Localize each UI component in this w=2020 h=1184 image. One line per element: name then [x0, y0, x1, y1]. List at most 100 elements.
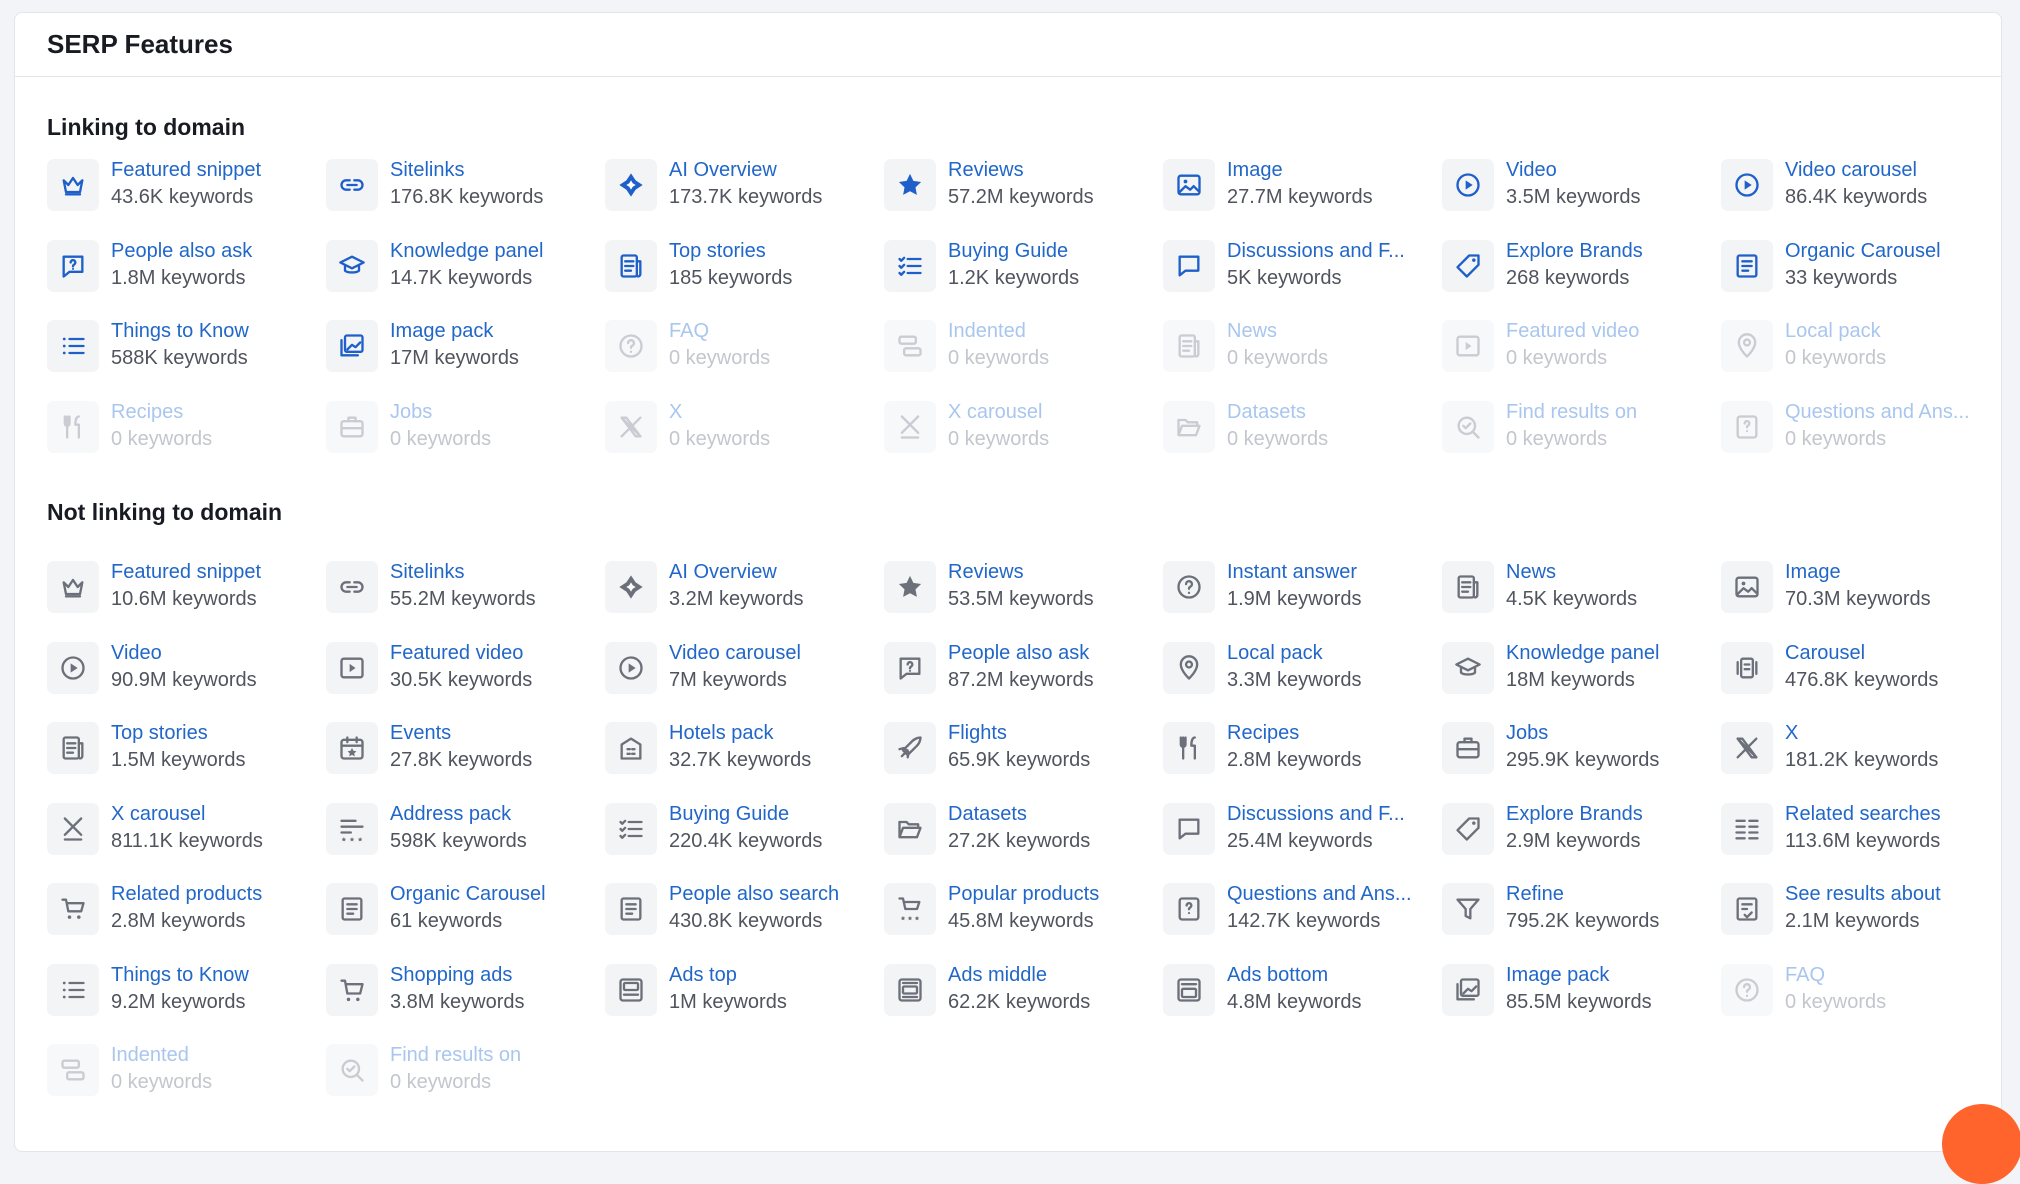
feature-label[interactable]: People also search — [669, 881, 877, 908]
feature-label[interactable]: Questions and Ans... — [1227, 881, 1435, 908]
feature-item-datasets[interactable]: Datasets 27.2K keywords — [884, 801, 1163, 882]
feature-item-things-to-know[interactable]: Things to Know 588K keywords — [47, 318, 326, 399]
feature-item-ads-bottom[interactable]: Ads bottom 4.8M keywords — [1163, 962, 1442, 1043]
feature-item-explore-brands[interactable]: Explore Brands 268 keywords — [1442, 238, 1721, 319]
feature-item-instant-answer[interactable]: Instant answer 1.9M keywords — [1163, 559, 1442, 640]
feature-label[interactable]: Events — [390, 720, 598, 747]
feature-label[interactable]: X — [1785, 720, 1993, 747]
feature-item-refine[interactable]: Refine 795.2K keywords — [1442, 881, 1721, 962]
feature-item-discussions-and-f[interactable]: Discussions and F... 5K keywords — [1163, 238, 1442, 319]
feature-label[interactable]: Top stories — [669, 238, 877, 265]
feature-label[interactable]: Shopping ads — [390, 962, 598, 989]
feature-label[interactable]: X carousel — [111, 801, 319, 828]
feature-label[interactable]: Refine — [1506, 881, 1714, 908]
feature-label[interactable]: Buying Guide — [669, 801, 877, 828]
feature-item-people-also-search[interactable]: People also search 430.8K keywords — [605, 881, 884, 962]
feature-item-shopping-ads[interactable]: Shopping ads 3.8M keywords — [326, 962, 605, 1043]
feature-item-organic-carousel[interactable]: Organic Carousel 33 keywords — [1721, 238, 2000, 319]
feature-label[interactable]: Explore Brands — [1506, 238, 1714, 265]
feature-label[interactable]: Jobs — [1506, 720, 1714, 747]
feature-item-buying-guide[interactable]: Buying Guide 1.2K keywords — [884, 238, 1163, 319]
feature-item-local-pack[interactable]: Local pack 3.3M keywords — [1163, 640, 1442, 721]
feature-label[interactable]: Top stories — [111, 720, 319, 747]
feature-item-things-to-know[interactable]: Things to Know 9.2M keywords — [47, 962, 326, 1043]
feature-label[interactable]: Video carousel — [1785, 157, 1993, 184]
feature-item-explore-brands[interactable]: Explore Brands 2.9M keywords — [1442, 801, 1721, 882]
feature-item-video-carousel[interactable]: Video carousel 86.4K keywords — [1721, 157, 2000, 238]
feature-label[interactable]: Recipes — [1227, 720, 1435, 747]
feature-item-ads-top[interactable]: Ads top 1M keywords — [605, 962, 884, 1043]
feature-label[interactable]: News — [1506, 559, 1714, 586]
feature-label[interactable]: Reviews — [948, 559, 1156, 586]
feature-label[interactable]: Ads top — [669, 962, 877, 989]
feature-item-news[interactable]: News 4.5K keywords — [1442, 559, 1721, 640]
feature-label[interactable]: Hotels pack — [669, 720, 877, 747]
feature-label[interactable]: Ads middle — [948, 962, 1156, 989]
feature-item-image-pack[interactable]: Image pack 17M keywords — [326, 318, 605, 399]
feature-item-x-carousel[interactable]: X carousel 811.1K keywords — [47, 801, 326, 882]
feature-label[interactable]: People also ask — [948, 640, 1156, 667]
feature-item-knowledge-panel[interactable]: Knowledge panel 18M keywords — [1442, 640, 1721, 721]
feature-item-sitelinks[interactable]: Sitelinks 176.8K keywords — [326, 157, 605, 238]
feature-item-events[interactable]: Events 27.8K keywords — [326, 720, 605, 801]
feature-label[interactable]: Datasets — [948, 801, 1156, 828]
feature-label[interactable]: Discussions and F... — [1227, 238, 1435, 265]
feature-label[interactable]: Carousel — [1785, 640, 1993, 667]
feature-item-related-products[interactable]: Related products 2.8M keywords — [47, 881, 326, 962]
feature-label[interactable]: Ads bottom — [1227, 962, 1435, 989]
feature-label[interactable]: Knowledge panel — [1506, 640, 1714, 667]
feature-label[interactable]: Featured snippet — [111, 157, 319, 184]
feature-item-video[interactable]: Video 90.9M keywords — [47, 640, 326, 721]
feature-item-people-also-ask[interactable]: People also ask 87.2M keywords — [884, 640, 1163, 721]
feature-item-popular-products[interactable]: Popular products 45.8M keywords — [884, 881, 1163, 962]
feature-label[interactable]: See results about — [1785, 881, 1993, 908]
feature-item-related-searches[interactable]: Related searches 113.6M keywords — [1721, 801, 2000, 882]
feature-item-carousel[interactable]: Carousel 476.8K keywords — [1721, 640, 2000, 721]
feature-label[interactable]: Things to Know — [111, 318, 319, 345]
feature-item-image[interactable]: Image 27.7M keywords — [1163, 157, 1442, 238]
feature-item-ai-overview[interactable]: AI Overview 3.2M keywords — [605, 559, 884, 640]
feature-item-hotels-pack[interactable]: Hotels pack 32.7K keywords — [605, 720, 884, 801]
feature-item-buying-guide[interactable]: Buying Guide 220.4K keywords — [605, 801, 884, 882]
feature-item-top-stories[interactable]: Top stories 185 keywords — [605, 238, 884, 319]
feature-label[interactable]: Discussions and F... — [1227, 801, 1435, 828]
feature-label[interactable]: Sitelinks — [390, 157, 598, 184]
feature-label[interactable]: Featured snippet — [111, 559, 319, 586]
feature-item-video-carousel[interactable]: Video carousel 7M keywords — [605, 640, 884, 721]
feature-label[interactable]: Explore Brands — [1506, 801, 1714, 828]
feature-label[interactable]: Video — [111, 640, 319, 667]
feature-item-jobs[interactable]: Jobs 295.9K keywords — [1442, 720, 1721, 801]
feature-item-featured-snippet[interactable]: Featured snippet 10.6M keywords — [47, 559, 326, 640]
feature-item-x[interactable]: X 181.2K keywords — [1721, 720, 2000, 801]
feature-label[interactable]: Organic Carousel — [1785, 238, 1993, 265]
feature-label[interactable]: Reviews — [948, 157, 1156, 184]
feature-item-questions-and-ans[interactable]: Questions and Ans... 142.7K keywords — [1163, 881, 1442, 962]
feature-label[interactable]: Address pack — [390, 801, 598, 828]
feature-item-image[interactable]: Image 70.3M keywords — [1721, 559, 2000, 640]
feature-item-reviews[interactable]: Reviews 57.2M keywords — [884, 157, 1163, 238]
feature-item-image-pack[interactable]: Image pack 85.5M keywords — [1442, 962, 1721, 1043]
feature-label[interactable]: Image pack — [390, 318, 598, 345]
feature-item-video[interactable]: Video 3.5M keywords — [1442, 157, 1721, 238]
help-chat-button[interactable] — [1942, 1104, 2020, 1184]
feature-item-discussions-and-f[interactable]: Discussions and F... 25.4M keywords — [1163, 801, 1442, 882]
feature-label[interactable]: Flights — [948, 720, 1156, 747]
feature-label[interactable]: Video — [1506, 157, 1714, 184]
feature-item-top-stories[interactable]: Top stories 1.5M keywords — [47, 720, 326, 801]
feature-item-knowledge-panel[interactable]: Knowledge panel 14.7K keywords — [326, 238, 605, 319]
feature-item-people-also-ask[interactable]: People also ask 1.8M keywords — [47, 238, 326, 319]
feature-item-reviews[interactable]: Reviews 53.5M keywords — [884, 559, 1163, 640]
feature-label[interactable]: Sitelinks — [390, 559, 598, 586]
feature-item-sitelinks[interactable]: Sitelinks 55.2M keywords — [326, 559, 605, 640]
feature-label[interactable]: Things to Know — [111, 962, 319, 989]
feature-item-featured-video[interactable]: Featured video 30.5K keywords — [326, 640, 605, 721]
feature-item-ai-overview[interactable]: AI Overview 173.7K keywords — [605, 157, 884, 238]
feature-label[interactable]: AI Overview — [669, 157, 877, 184]
feature-label[interactable]: Knowledge panel — [390, 238, 598, 265]
feature-item-organic-carousel[interactable]: Organic Carousel 61 keywords — [326, 881, 605, 962]
feature-label[interactable]: Image pack — [1506, 962, 1714, 989]
feature-item-ads-middle[interactable]: Ads middle 62.2K keywords — [884, 962, 1163, 1043]
feature-label[interactable]: Instant answer — [1227, 559, 1435, 586]
feature-label[interactable]: AI Overview — [669, 559, 877, 586]
feature-label[interactable]: Organic Carousel — [390, 881, 598, 908]
